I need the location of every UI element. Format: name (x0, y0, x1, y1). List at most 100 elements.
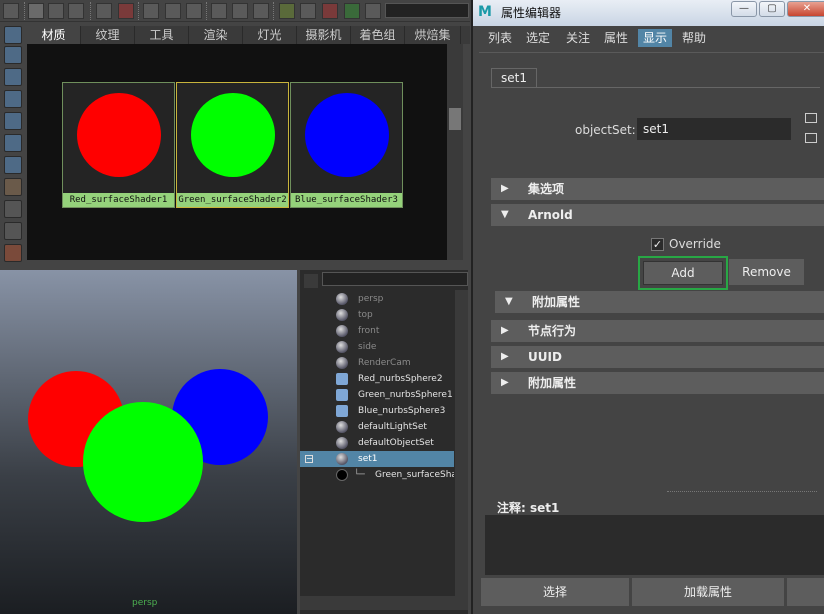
small-swatch-icon[interactable] (4, 90, 22, 108)
graph-icon[interactable] (165, 3, 181, 19)
sort-reverse-icon[interactable] (4, 244, 22, 262)
tab-shading-groups[interactable]: 着色组 (351, 26, 405, 44)
edit-icon[interactable] (300, 3, 316, 19)
tab-divider (491, 87, 820, 88)
tab-cameras[interactable]: 摄影机 (297, 26, 351, 44)
connect-icon[interactable] (186, 3, 202, 19)
list-item[interactable]: side (300, 339, 454, 355)
tab-set1[interactable]: set1 (491, 68, 537, 88)
select-button[interactable]: 选择 (481, 578, 629, 606)
shader-scrollbar[interactable] (447, 44, 463, 260)
settings-icon[interactable] (344, 3, 360, 19)
shader-swatch-blue[interactable]: Blue_surfaceShader3 (290, 82, 403, 208)
list-item[interactable]: defaultLightSet (300, 419, 454, 435)
render-icon[interactable] (279, 3, 295, 19)
set-icon (336, 421, 348, 433)
color-grid-icon[interactable] (118, 3, 134, 19)
sort-time-icon[interactable] (4, 222, 22, 240)
list-item[interactable]: └─ Green_surfaceShader2 (300, 467, 454, 483)
tree-connector: └─ (354, 470, 365, 480)
section-arnold[interactable]: ▼ Arnold (491, 204, 824, 226)
green-sphere[interactable] (83, 402, 203, 522)
menu-bar: 列表 选定 关注 属性 显示 帮助 (473, 26, 824, 50)
tile-icon[interactable] (4, 46, 22, 64)
layout-horizontal-icon[interactable] (48, 3, 64, 19)
notes-divider[interactable] (667, 491, 817, 492)
outliner-hscrollbar[interactable] (300, 596, 468, 610)
grid-icon[interactable] (96, 3, 112, 19)
scroll-thumb[interactable] (449, 108, 461, 130)
menu-help[interactable]: 帮助 (677, 29, 711, 47)
list-item[interactable]: Green_nurbsSphere1 (300, 387, 454, 403)
swatch-label: Green_surfaceShader2 (177, 193, 288, 207)
section-set-options[interactable]: ▶ 集选项 (491, 178, 824, 200)
shader-swatch-red[interactable]: Red_surfaceShader1 (62, 82, 175, 208)
override-checkbox[interactable]: ✓ (651, 238, 664, 251)
record-icon[interactable] (322, 3, 338, 19)
section-node-behavior[interactable]: ▶ 节点行为 (491, 320, 824, 342)
menu-show[interactable]: 显示 (638, 29, 673, 47)
menu-attributes[interactable]: 属性 (599, 29, 633, 47)
large-swatch-icon[interactable] (4, 134, 22, 152)
tab-textures[interactable]: 纹理 (81, 26, 135, 44)
menu-selected[interactable]: 选定 (521, 29, 555, 47)
tab-materials[interactable]: 材质 (27, 26, 81, 44)
focus-icon[interactable] (805, 113, 817, 123)
list-item-selected[interactable]: − set1 (300, 451, 454, 467)
toolbar-separator (206, 2, 208, 20)
close-button[interactable]: ✕ (787, 1, 824, 17)
notes-textarea[interactable] (485, 515, 824, 575)
menu-icon[interactable] (3, 3, 19, 19)
list-item[interactable]: top (300, 307, 454, 323)
presets-icon[interactable] (805, 133, 817, 143)
copy-tab-button[interactable] (787, 578, 824, 606)
list-item[interactable]: Red_nurbsSphere2 (300, 371, 454, 387)
sort-name-icon[interactable] (4, 178, 22, 196)
graph-materials-icon[interactable] (4, 26, 22, 44)
medium-swatch-icon[interactable] (4, 112, 22, 130)
list-item[interactable]: defaultObjectSet (300, 435, 454, 451)
outliner-scrollbar[interactable] (455, 290, 468, 596)
objectset-field[interactable]: set1 (637, 118, 791, 140)
list-item[interactable]: persp (300, 291, 454, 307)
collapse-icon[interactable]: − (305, 455, 313, 463)
layout-vertical-icon[interactable] (68, 3, 84, 19)
list-item[interactable]: RenderCam (300, 355, 454, 371)
shader-swatch-green[interactable]: Green_surfaceShader2 (176, 82, 289, 208)
menu-focus[interactable]: 关注 (561, 29, 595, 47)
rotate-icon[interactable] (4, 68, 22, 86)
window-title: 属性编辑器 (501, 6, 562, 20)
outliner-search-input[interactable] (322, 272, 468, 286)
load-attributes-button[interactable]: 加载属性 (632, 578, 784, 606)
camera-label: persp (132, 598, 158, 608)
tab-utilities[interactable]: 工具 (135, 26, 189, 44)
hypershade-tabs: 材质 纹理 工具 渲染 灯光 摄影机 着色组 烘焙集 (27, 26, 470, 44)
add-button[interactable]: Add (638, 256, 728, 290)
maximize-button[interactable]: ▢ (759, 1, 785, 17)
tab-rendering[interactable]: 渲染 (189, 26, 243, 44)
toolbar-search-field[interactable] (385, 3, 469, 18)
sort-type-icon[interactable] (4, 200, 22, 218)
menu-list[interactable]: 列表 (483, 29, 517, 47)
list-item[interactable]: Blue_nurbsSphere3 (300, 403, 454, 419)
input-icon[interactable] (211, 3, 227, 19)
swatch-ball-red (77, 93, 161, 177)
perspective-viewport[interactable]: persp (0, 270, 297, 614)
xlarge-swatch-icon[interactable] (4, 156, 22, 174)
io-icon[interactable] (232, 3, 248, 19)
section-uuid[interactable]: ▶ UUID (491, 346, 824, 368)
output-icon[interactable] (253, 3, 269, 19)
swatch-label: Red_surfaceShader1 (63, 193, 174, 207)
tab-lights[interactable]: 灯光 (243, 26, 297, 44)
window-titlebar[interactable]: M 属性编辑器 — ▢ ✕ (473, 0, 824, 26)
layout-single-icon[interactable] (28, 3, 44, 19)
tab-bake-sets[interactable]: 烘焙集 (405, 26, 461, 44)
list-item[interactable]: front (300, 323, 454, 339)
clear-icon[interactable] (365, 3, 381, 19)
section-extra-attributes-arnold[interactable]: ▼ 附加属性 (495, 291, 824, 313)
minimize-button[interactable]: — (731, 1, 757, 17)
remove-button[interactable]: Remove (729, 259, 804, 285)
outliner-menu-icon[interactable] (304, 274, 318, 288)
section-extra-attributes[interactable]: ▶ 附加属性 (491, 372, 824, 394)
brush-icon[interactable] (143, 3, 159, 19)
